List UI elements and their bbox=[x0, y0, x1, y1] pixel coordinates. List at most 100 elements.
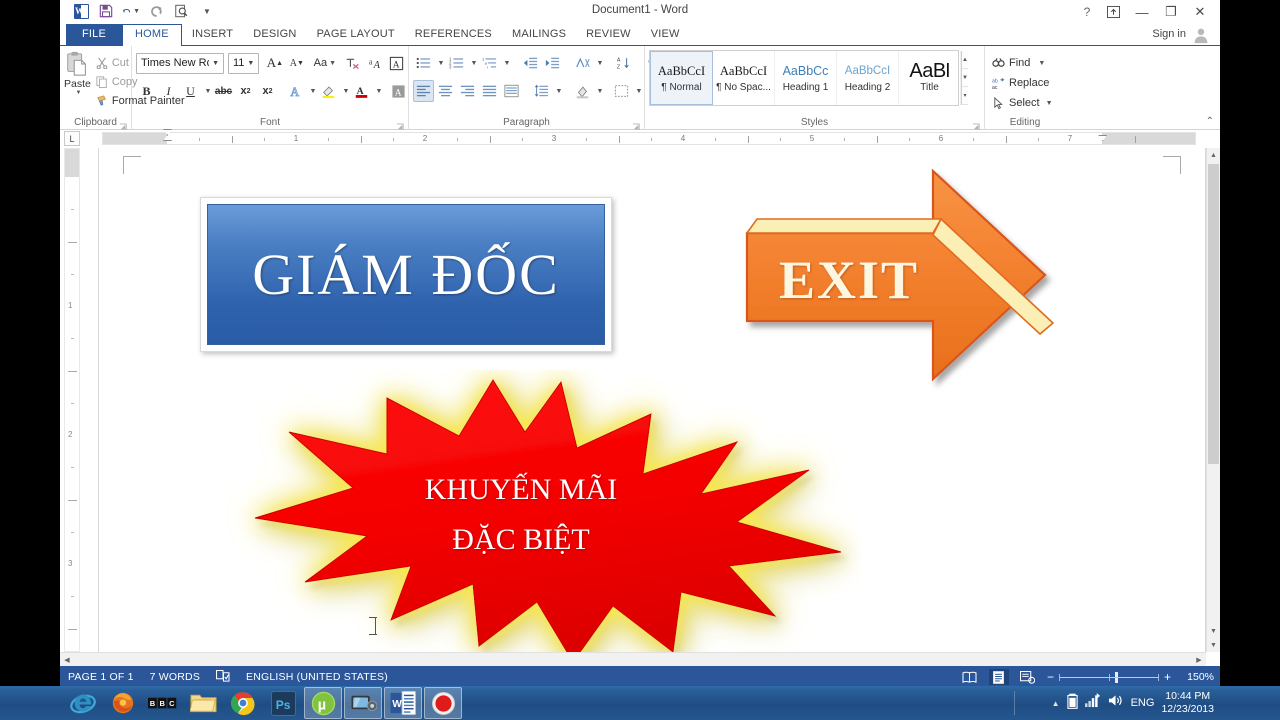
word-taskbar-icon[interactable]: W bbox=[384, 687, 422, 719]
web-layout-icon[interactable] bbox=[1018, 669, 1038, 685]
numbering-icon[interactable]: 1 2 3 bbox=[446, 52, 467, 74]
shading-icon[interactable] bbox=[572, 80, 593, 102]
asian-layout-icon[interactable] bbox=[572, 52, 593, 74]
style-item-no-spacing[interactable]: AaBbCcI ¶ No Spac... bbox=[713, 51, 775, 105]
multilevel-list-icon[interactable]: 1 a i bbox=[479, 52, 500, 74]
line-spacing-dropdown[interactable]: ▼ bbox=[553, 80, 563, 102]
text-effects-gallery-icon[interactable]: A bbox=[285, 80, 306, 102]
tab-file[interactable]: FILE bbox=[66, 24, 123, 46]
clock[interactable]: 10:44 PM 12/23/2013 bbox=[1161, 690, 1214, 716]
scroll-right-button[interactable]: ▶ bbox=[1192, 653, 1206, 666]
vertical-scrollbar[interactable]: ▲ ▼ ▼ bbox=[1206, 148, 1220, 652]
align-center-icon[interactable] bbox=[435, 80, 456, 102]
styles-gallery-scrollbar[interactable]: ▲ ▼ ▾ bbox=[961, 51, 968, 105]
styles-scroll-down-button[interactable]: ▼ bbox=[962, 69, 968, 87]
decrease-indent-icon[interactable] bbox=[520, 52, 541, 74]
horizontal-ruler[interactable]: 1 2 3 4 5 6 7 bbox=[102, 129, 1196, 145]
underline-dropdown[interactable]: ▼ bbox=[202, 80, 212, 102]
google-chrome-icon[interactable] bbox=[224, 687, 262, 719]
print-layout-icon[interactable] bbox=[988, 669, 1009, 685]
tab-view[interactable]: VIEW bbox=[641, 24, 690, 46]
scroll-up-button[interactable]: ▲ bbox=[1207, 148, 1220, 162]
vertical-ruler[interactable]: 1 2 3 bbox=[64, 148, 80, 652]
proofing-errors-icon[interactable] bbox=[216, 669, 230, 685]
justify-icon[interactable] bbox=[479, 80, 500, 102]
exit-arrow-shape[interactable]: EXIT bbox=[737, 163, 1057, 393]
input-language-indicator[interactable]: ENG bbox=[1131, 697, 1155, 709]
zoom-thumb[interactable] bbox=[1114, 672, 1118, 683]
scroll-left-button[interactable]: ◀ bbox=[60, 653, 74, 666]
strikethrough-button[interactable]: abc bbox=[213, 80, 234, 102]
font-color-dropdown[interactable]: ▼ bbox=[373, 80, 383, 102]
replace-button[interactable]: ab ac Replace bbox=[989, 73, 1061, 93]
giam-doc-banner-shape[interactable]: GIÁM ĐỐC bbox=[200, 197, 612, 352]
account-avatar-icon[interactable] bbox=[1192, 26, 1212, 44]
language-status[interactable]: ENGLISH (UNITED STATES) bbox=[246, 671, 388, 683]
highlight-icon[interactable] bbox=[318, 80, 339, 102]
styles-scroll-up-button[interactable]: ▲ bbox=[962, 51, 968, 69]
document-canvas[interactable]: GIÁM ĐỐC EXIT KHUYẾN MÃI ĐẶC BIỆT bbox=[98, 148, 1206, 652]
bullets-icon[interactable] bbox=[413, 52, 434, 74]
page-count-status[interactable]: PAGE 1 OF 1 bbox=[68, 671, 134, 683]
bold-button[interactable]: B bbox=[136, 80, 157, 102]
firefox-icon[interactable] bbox=[104, 687, 142, 719]
font-name-combobox[interactable]: Times New Ro ▼ bbox=[136, 52, 224, 74]
text-effects-icon[interactable]: a A bbox=[364, 52, 385, 74]
paragraph-dialog-launcher-icon[interactable] bbox=[632, 119, 641, 131]
vertical-scroll-thumb[interactable] bbox=[1208, 164, 1219, 464]
shading-dropdown[interactable]: ▼ bbox=[594, 80, 604, 102]
screen-recorder-icon[interactable] bbox=[424, 687, 462, 719]
bbc-iplayer-icon[interactable]: B B C bbox=[144, 687, 182, 719]
volume-icon[interactable] bbox=[1108, 693, 1124, 713]
underline-button[interactable]: U bbox=[180, 80, 201, 102]
change-case-button[interactable]: Aa ▼ bbox=[314, 52, 336, 74]
collapse-ribbon-button[interactable]: ⌃ bbox=[1206, 116, 1214, 127]
tab-design[interactable]: DESIGN bbox=[243, 24, 306, 46]
phonetic-guide-icon[interactable]: A bbox=[388, 80, 409, 102]
clipboard-dialog-launcher-icon[interactable] bbox=[119, 119, 128, 131]
styles-dialog-launcher-icon[interactable] bbox=[972, 119, 981, 131]
style-item-heading-2[interactable]: AaBbCcI Heading 2 bbox=[837, 51, 899, 105]
borders-dropdown[interactable]: ▼ bbox=[633, 80, 643, 102]
sort-icon[interactable]: AZ bbox=[613, 52, 634, 74]
numbering-dropdown[interactable]: ▼ bbox=[468, 52, 478, 74]
tv-app-icon[interactable] bbox=[344, 687, 382, 719]
ribbon-display-options-icon[interactable] bbox=[1099, 2, 1127, 22]
battery-icon[interactable] bbox=[1066, 693, 1078, 714]
minimize-button[interactable]: — bbox=[1128, 2, 1156, 22]
tab-references[interactable]: REFERENCES bbox=[405, 24, 502, 46]
show-hidden-icons-button[interactable]: ▲ bbox=[1052, 699, 1060, 708]
clear-formatting-icon[interactable] bbox=[342, 52, 363, 74]
photoshop-icon[interactable]: Ps bbox=[264, 687, 302, 719]
style-item-heading-1[interactable]: AaBbCc Heading 1 bbox=[775, 51, 837, 105]
tab-mailings[interactable]: MAILINGS bbox=[502, 24, 576, 46]
distributed-icon[interactable] bbox=[501, 80, 522, 102]
find-button[interactable]: Find ▼ bbox=[989, 53, 1061, 73]
superscript-button[interactable]: x2 bbox=[257, 80, 278, 102]
style-item-normal[interactable]: AaBbCcI ¶ Normal bbox=[650, 51, 713, 105]
zoom-level-label[interactable]: 150% bbox=[1180, 671, 1214, 683]
style-item-title[interactable]: AaBl Title bbox=[899, 51, 961, 105]
grow-font-button[interactable]: A ▲ bbox=[264, 52, 285, 74]
network-icon[interactable] bbox=[1084, 693, 1101, 713]
styles-more-button[interactable]: ▾ bbox=[962, 87, 968, 105]
enclose-characters-icon[interactable]: A bbox=[386, 52, 407, 74]
tab-insert[interactable]: INSERT bbox=[182, 24, 243, 46]
next-page-button[interactable]: ▼ bbox=[1207, 638, 1220, 652]
font-dialog-launcher-icon[interactable] bbox=[396, 119, 405, 131]
paste-button[interactable]: Paste ▼ bbox=[64, 49, 91, 110]
font-size-combobox[interactable]: 11 ▼ bbox=[228, 52, 260, 74]
internet-explorer-icon[interactable] bbox=[64, 687, 102, 719]
tab-page-layout[interactable]: PAGE LAYOUT bbox=[307, 24, 405, 46]
word-count-status[interactable]: 7 WORDS bbox=[150, 671, 200, 683]
zoom-out-button[interactable]: − bbox=[1047, 670, 1054, 684]
utorrent-icon[interactable]: µ bbox=[304, 687, 342, 719]
tab-review[interactable]: REVIEW bbox=[576, 24, 641, 46]
zoom-slider[interactable]: − + bbox=[1047, 670, 1171, 684]
italic-button[interactable]: I bbox=[158, 80, 179, 102]
align-right-icon[interactable] bbox=[457, 80, 478, 102]
tab-home[interactable]: HOME bbox=[122, 24, 182, 47]
scroll-down-button[interactable]: ▼ bbox=[1207, 624, 1220, 638]
bullets-dropdown[interactable]: ▼ bbox=[435, 52, 445, 74]
select-button[interactable]: Select ▼ bbox=[989, 93, 1061, 113]
